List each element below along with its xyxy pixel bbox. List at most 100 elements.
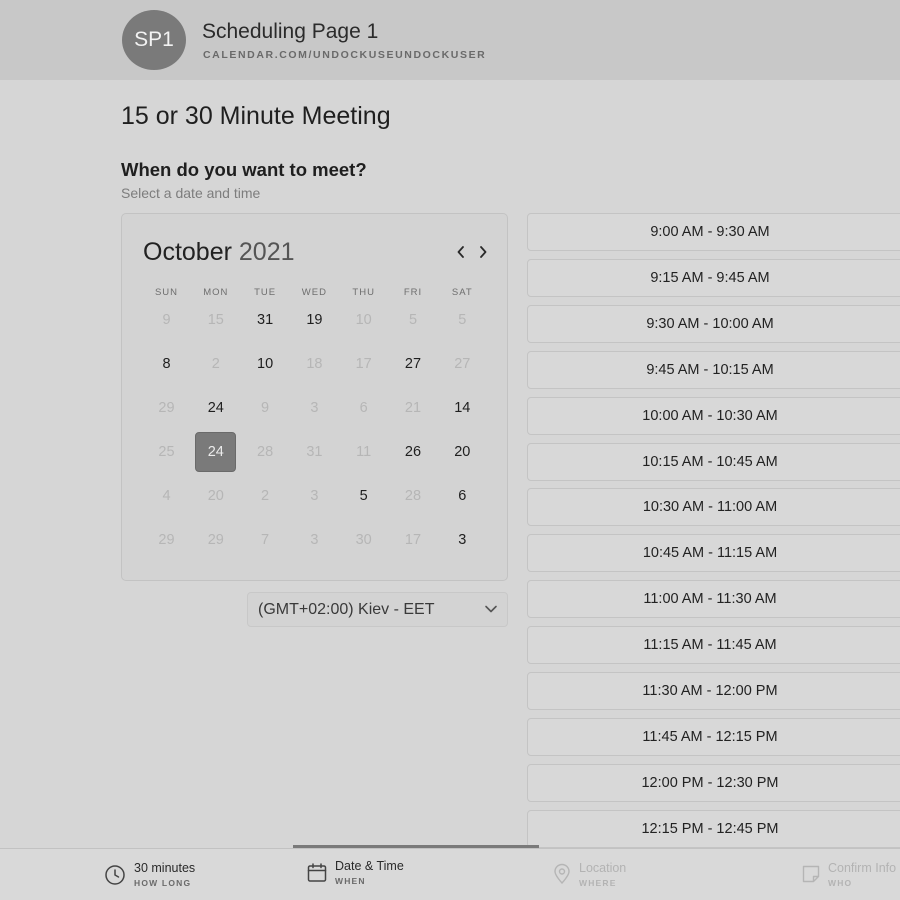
- step-label: Confirm Info: [828, 861, 897, 875]
- time-slot-button[interactable]: 10:45 AM - 11:15 AM: [527, 534, 900, 573]
- calendar-day: 15: [207, 312, 224, 328]
- calendar-day: 10: [355, 312, 372, 328]
- step-label: Location: [579, 861, 627, 875]
- time-slot-button[interactable]: 11:30 AM - 12:00 PM: [527, 672, 900, 710]
- time-slot-button[interactable]: 10:30 AM - 11:00 AM: [527, 488, 900, 527]
- chevron-down-icon: [485, 605, 497, 613]
- time-slot-label: 10:30 AM - 11:00 AM: [642, 499, 778, 516]
- calendar-day: 17: [355, 356, 372, 372]
- calendar-day[interactable]: 24: [195, 388, 236, 428]
- calendar-day[interactable]: 27: [393, 344, 434, 384]
- step-label: Date & Time: [335, 859, 404, 873]
- step-sublabel: WHO: [828, 878, 853, 888]
- weekday-label: MON: [203, 287, 229, 298]
- time-slot-button[interactable]: 9:45 AM - 10:15 AM: [527, 350, 900, 389]
- clock-icon: [105, 865, 125, 885]
- calendar-day: 11: [356, 444, 372, 460]
- scheduling-page-name: Scheduling Page 1: [202, 20, 379, 43]
- calendar-day: 31: [306, 444, 323, 460]
- calendar-day[interactable]: 3: [442, 520, 483, 560]
- time-slot-button[interactable]: 11:00 AM - 11:30 AM: [527, 580, 900, 619]
- time-slot-button[interactable]: 9:30 AM - 10:00 AM: [527, 304, 900, 343]
- step-how-long[interactable]: 30 minutes HOW LONG: [104, 849, 284, 900]
- time-slot-label: 10:45 AM - 11:15 AM: [642, 545, 778, 562]
- calendar-day: 25: [158, 444, 175, 460]
- calendar-day: 29: [158, 400, 175, 416]
- chevron-right-icon: [480, 246, 487, 258]
- calendar-icon: [307, 863, 327, 882]
- time-slot-label: 9:15 AM - 9:45 AM: [650, 269, 770, 286]
- weekday-label: SAT: [451, 287, 473, 298]
- weekday-label: THU: [352, 287, 375, 298]
- active-step-indicator: [293, 845, 539, 848]
- step-sublabel: WHEN: [335, 876, 366, 886]
- calendar-day[interactable]: 8: [146, 344, 187, 384]
- calendar-month-year: October 2021: [143, 238, 295, 267]
- calendar-days-grid: 9 15 31 19 10 5 5 8 2 10 18 17 27 27 29 24 9 3 6 21 14 25 24 28…: [142, 300, 487, 564]
- calendar-day[interactable]: 19: [294, 300, 335, 340]
- calendar-day: 5: [458, 312, 467, 328]
- time-slot-button[interactable]: 12:15 PM - 12:45 PM: [527, 809, 900, 848]
- note-icon: [802, 865, 820, 883]
- page-header: SP1 Scheduling Page 1 CALENDAR.COM/UNDOC…: [0, 0, 900, 80]
- time-slot-label: 10:15 AM - 10:45 AM: [642, 453, 778, 470]
- calendar-day: 17: [404, 532, 422, 548]
- weekday-label: FRI: [403, 287, 423, 298]
- time-slot-button[interactable]: 10:00 AM - 10:30 AM: [527, 396, 900, 435]
- calendar-day: 5: [408, 312, 418, 328]
- prev-month-button[interactable]: [453, 242, 469, 262]
- calendar-day[interactable]: 5: [343, 476, 384, 516]
- calendar-day[interactable]: 10: [245, 344, 286, 384]
- timezone-select[interactable]: (GMT+02:00) Kiev - EET: [247, 592, 508, 627]
- time-slot-button[interactable]: 9:15 AM - 9:45 AM: [527, 258, 900, 297]
- time-slot-button[interactable]: 11:45 AM - 12:15 PM: [527, 717, 900, 756]
- time-slot-label: 9:45 AM - 10:15 AM: [646, 361, 774, 378]
- calendar-day: 3: [310, 532, 319, 548]
- calendar-widget: October 2021 SUN MON TUE WED THU FRI SAT 9 15 31…: [121, 213, 508, 581]
- calendar-day: 27: [454, 356, 471, 372]
- time-slot-label: 12:15 PM - 12:45 PM: [641, 820, 779, 837]
- calendar-month: October: [143, 238, 232, 266]
- calendar-day: 4: [162, 488, 171, 504]
- calendar-day[interactable]: 26: [393, 432, 434, 472]
- next-month-button[interactable]: [475, 242, 491, 262]
- calendar-day: 30: [355, 532, 372, 548]
- calendar-day: 2: [261, 488, 270, 504]
- location-pin-icon: [554, 863, 570, 885]
- calendar-day-selected[interactable]: 24: [195, 432, 237, 472]
- calendar-day: 18: [306, 356, 323, 372]
- step-label: 30 minutes: [134, 861, 196, 875]
- time-slot-button[interactable]: 9:00 AM - 9:30 AM: [527, 213, 900, 251]
- time-slot-button[interactable]: 12:00 PM - 12:30 PM: [527, 763, 900, 802]
- calendar-day: 29: [158, 532, 175, 548]
- weekday-label: TUE: [254, 287, 277, 298]
- calendar-day: 3: [310, 400, 319, 416]
- calendar-day: 6: [359, 400, 368, 416]
- calendar-day: 21: [404, 400, 422, 416]
- time-slot-label: 9:00 AM - 9:30 AM: [650, 224, 770, 240]
- calendar-day[interactable]: 20: [442, 432, 483, 472]
- calendar-day[interactable]: 31: [245, 300, 286, 340]
- calendar-day: 3: [310, 488, 319, 504]
- step-sublabel: WHERE: [579, 878, 617, 888]
- calendar-day: 9: [162, 312, 171, 328]
- calendar-day: 28: [257, 444, 274, 460]
- step-when[interactable]: Date & Time WHEN: [306, 849, 506, 900]
- time-slot-label: 11:00 AM - 11:30 AM: [643, 591, 777, 608]
- booking-steps-footer: 30 minutes HOW LONG Date & Time WHEN Loc…: [0, 845, 900, 900]
- calendar-day[interactable]: 14: [442, 388, 483, 428]
- step-sublabel: HOW LONG: [134, 878, 192, 888]
- date-question-heading: When do you want to meet?: [121, 159, 367, 180]
- time-slot-button[interactable]: 10:15 AM - 10:45 AM: [527, 442, 900, 481]
- weekday-header-row: SUN MON TUE WED THU FRI SAT: [142, 287, 487, 299]
- time-slot-button[interactable]: 11:15 AM - 11:45 AM: [527, 626, 900, 665]
- calendar-day: 20: [207, 488, 224, 504]
- step-who[interactable]: Confirm Info WHO: [801, 849, 900, 900]
- scheduling-page-url: CALENDAR.COM/UNDOCKUSEUNDOCKUSER: [203, 49, 487, 61]
- avatar: SP1: [122, 10, 186, 70]
- step-where[interactable]: Location WHERE: [552, 849, 732, 900]
- calendar-day[interactable]: 6: [442, 476, 483, 516]
- calendar-day: 29: [207, 532, 224, 548]
- weekday-label: SUN: [154, 287, 179, 298]
- time-slot-label: 11:15 AM - 11:45 AM: [643, 637, 777, 654]
